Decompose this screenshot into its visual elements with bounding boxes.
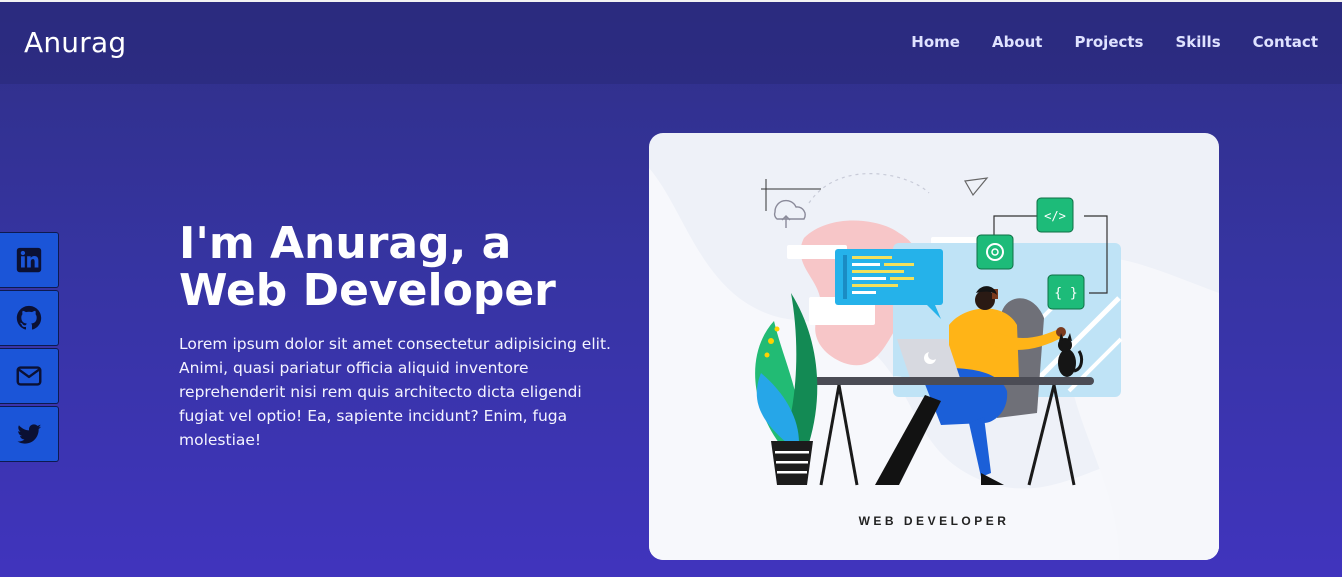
web-developer-illustration: </> { } WEB DEVELOPER xyxy=(649,133,1219,560)
linkedin-icon xyxy=(16,247,42,273)
twitter-icon xyxy=(17,424,42,444)
brand-logo[interactable]: Anurag xyxy=(24,26,126,59)
twitter-button[interactable] xyxy=(0,406,59,462)
illustration-caption: WEB DEVELOPER xyxy=(858,514,1010,528)
nav-projects[interactable]: Projects xyxy=(1074,33,1143,51)
navbar: Anurag Home About Projects Skills Contac… xyxy=(0,2,1342,84)
main-nav: Home About Projects Skills Contact xyxy=(911,33,1318,51)
developer-illustration-graphic: </> { } xyxy=(649,168,1219,560)
github-button[interactable] xyxy=(0,290,59,346)
hero-description: Lorem ipsum dolor sit amet consectetur a… xyxy=(179,335,611,449)
mail-button[interactable] xyxy=(0,348,59,404)
nav-contact[interactable]: Contact xyxy=(1253,33,1318,51)
github-icon xyxy=(16,305,42,330)
social-links xyxy=(0,232,60,464)
nav-home[interactable]: Home xyxy=(911,33,960,51)
hero-title: I'm Anurag, a Web Developer xyxy=(179,218,556,316)
svg-text:{ }: { } xyxy=(1054,286,1077,301)
mail-icon xyxy=(16,366,42,386)
linkedin-button[interactable] xyxy=(0,232,59,288)
nav-skills[interactable]: Skills xyxy=(1176,33,1221,51)
nav-about[interactable]: About xyxy=(992,33,1043,51)
svg-text:</>: </> xyxy=(1044,209,1066,223)
